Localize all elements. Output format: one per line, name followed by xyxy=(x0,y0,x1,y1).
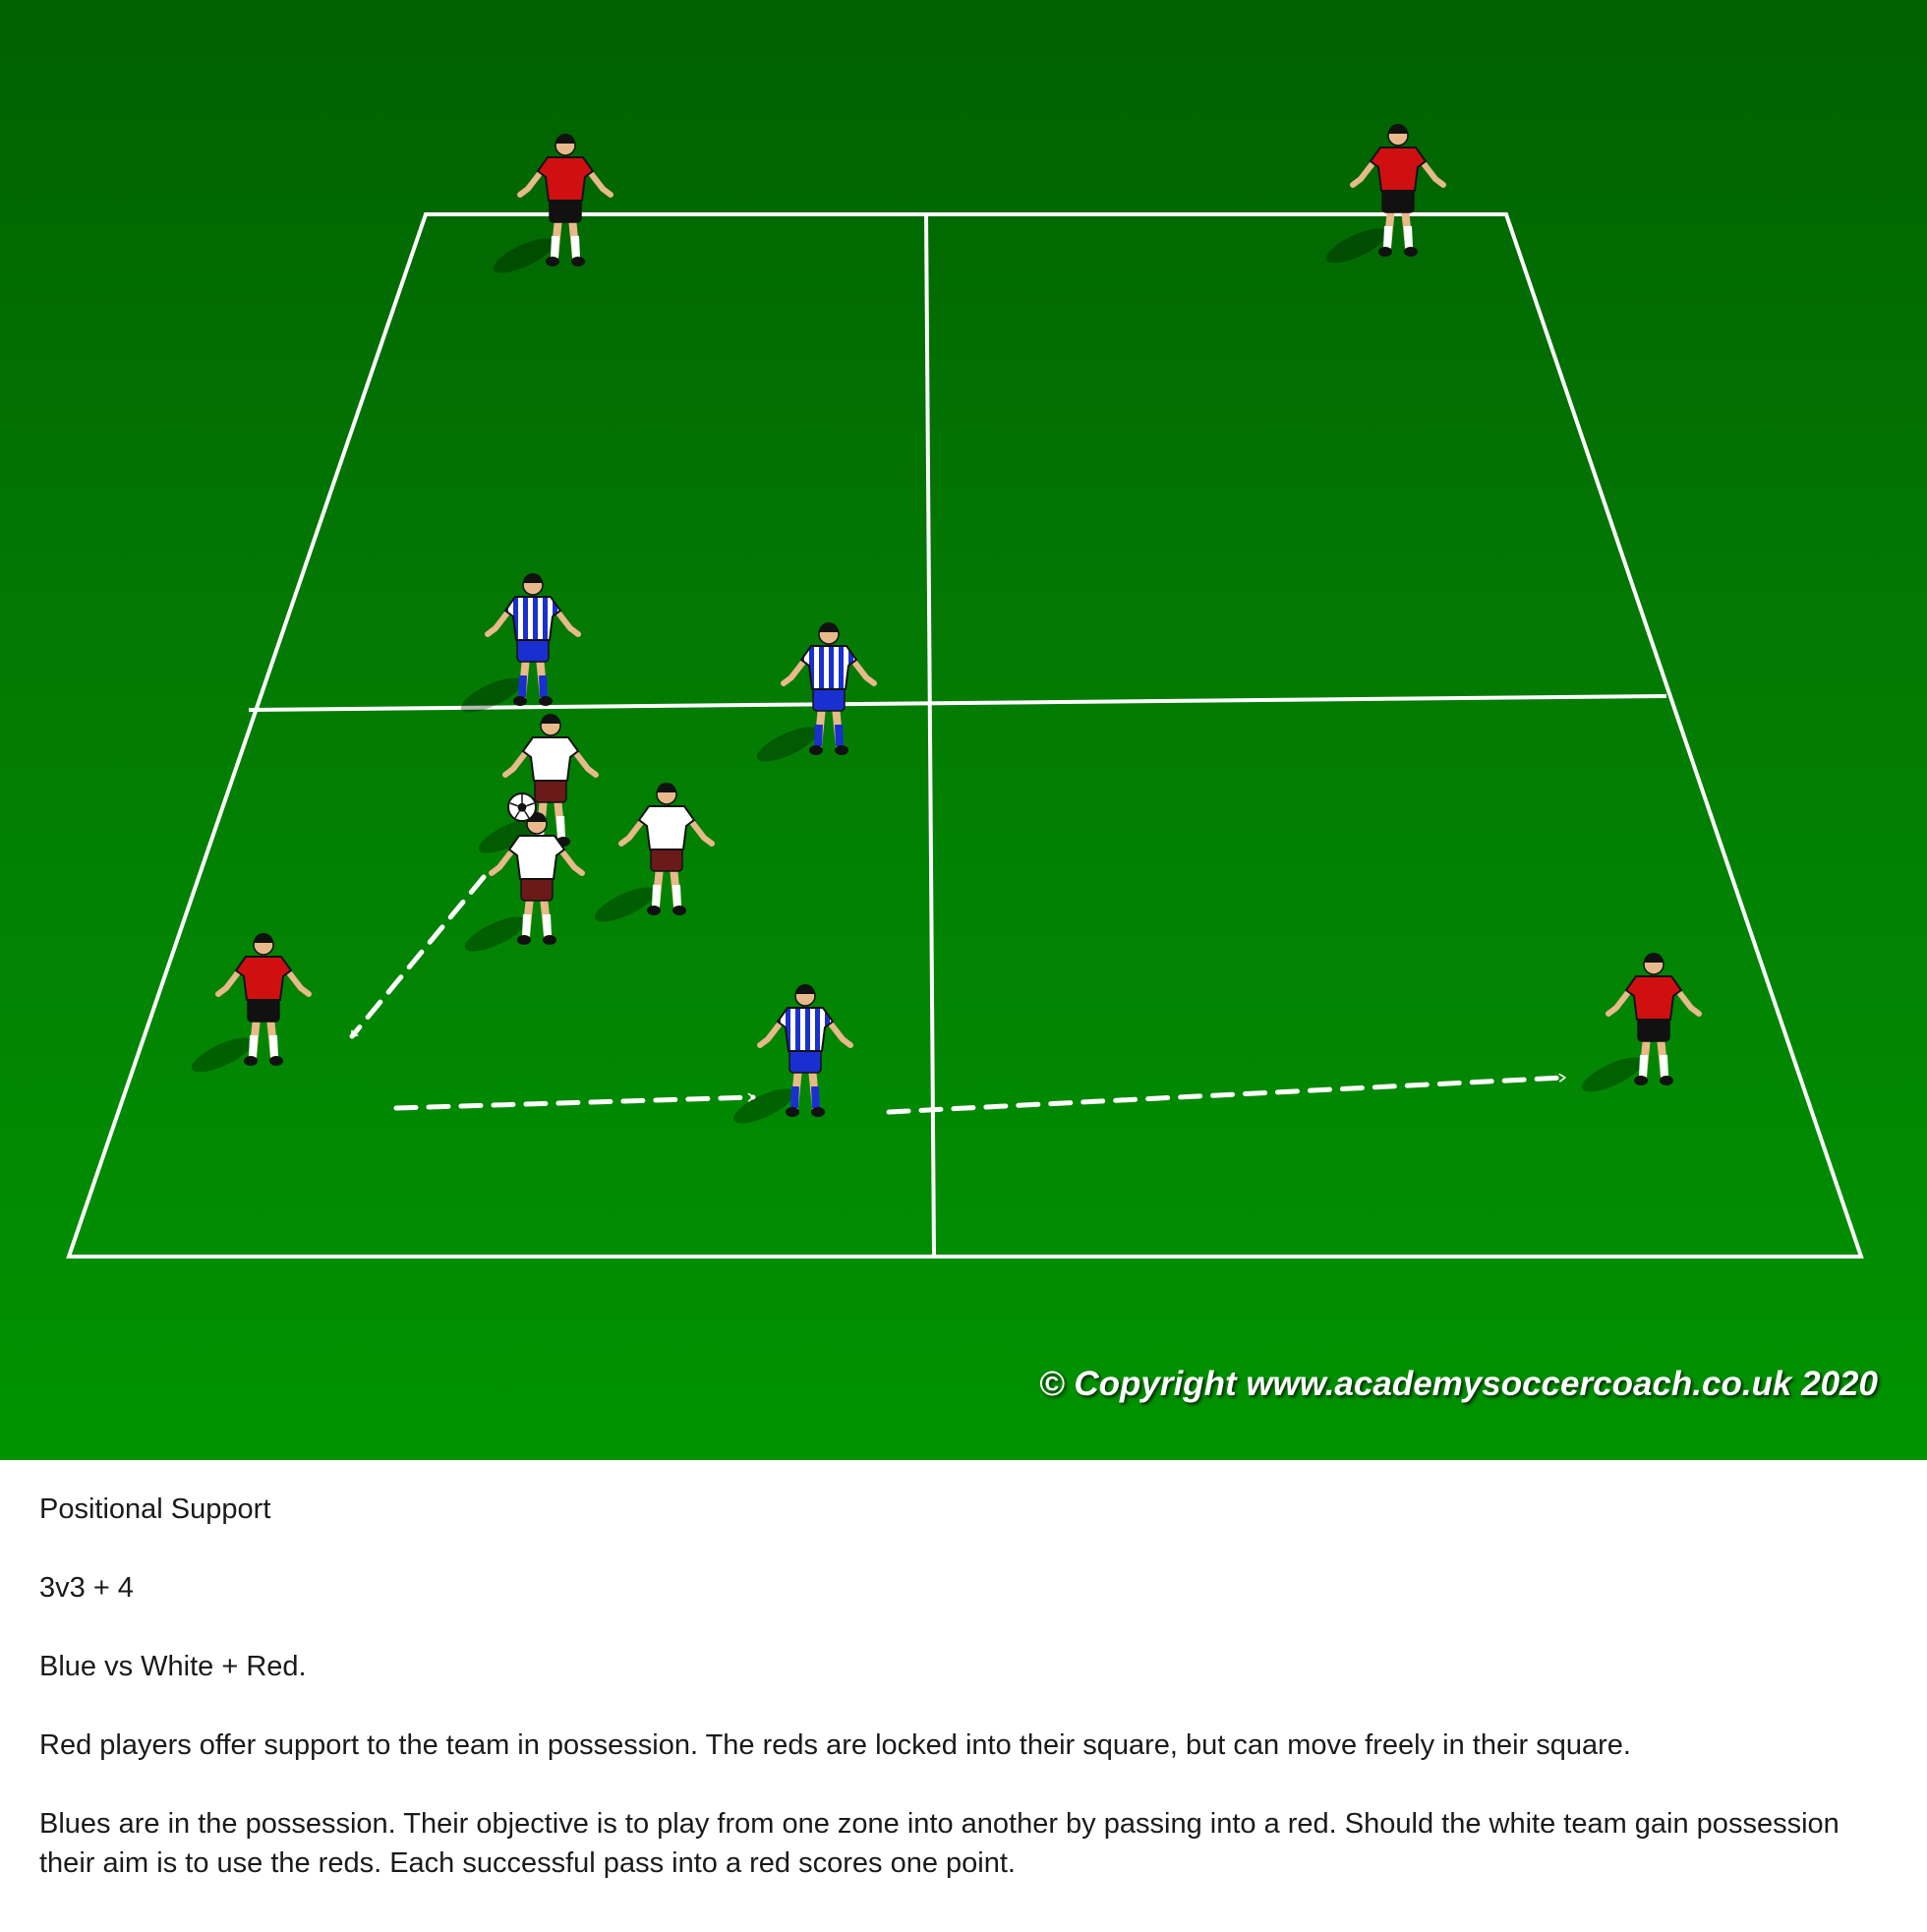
pitch-boundary xyxy=(66,212,1864,1259)
drill-teams: Blue vs White + Red. xyxy=(39,1651,307,1682)
red-player xyxy=(1325,124,1446,263)
pitch-diagram: © Copyright www.academysoccercoach.co.uk… xyxy=(0,0,1927,1460)
blue-player xyxy=(732,984,853,1124)
copyright-notice: © Copyright www.academysoccercoach.co.uk… xyxy=(1038,1365,1878,1403)
red-player xyxy=(191,933,312,1073)
drill-objective-paragraph: Blues are in the possession. Their objec… xyxy=(39,1808,1839,1879)
blue-player xyxy=(756,622,877,762)
soccer-ball-icon xyxy=(507,792,537,822)
red-player xyxy=(1581,953,1702,1092)
red-player xyxy=(493,134,613,273)
pass-arrows xyxy=(349,874,1567,1115)
drill-format: 3v3 + 4 xyxy=(39,1572,134,1604)
drill-description: Positional Support 3v3 + 4 Blue vs White… xyxy=(39,1490,1888,1922)
white-player xyxy=(594,783,715,922)
blue-player xyxy=(460,573,581,713)
pitch-drawing xyxy=(66,124,1864,1259)
pass-arrow-white-to-red xyxy=(349,874,487,1039)
players-layer xyxy=(191,124,1702,1124)
drill-rules-paragraph: Red players offer support to the team in… xyxy=(39,1729,1631,1761)
pitch-markings xyxy=(66,212,1864,1259)
pass-arrow-red-to-blue xyxy=(393,1092,756,1111)
drill-title: Positional Support xyxy=(39,1493,271,1525)
pass-arrow-blue-to-red xyxy=(886,1073,1567,1115)
pitch-halfway-line xyxy=(924,213,936,1258)
